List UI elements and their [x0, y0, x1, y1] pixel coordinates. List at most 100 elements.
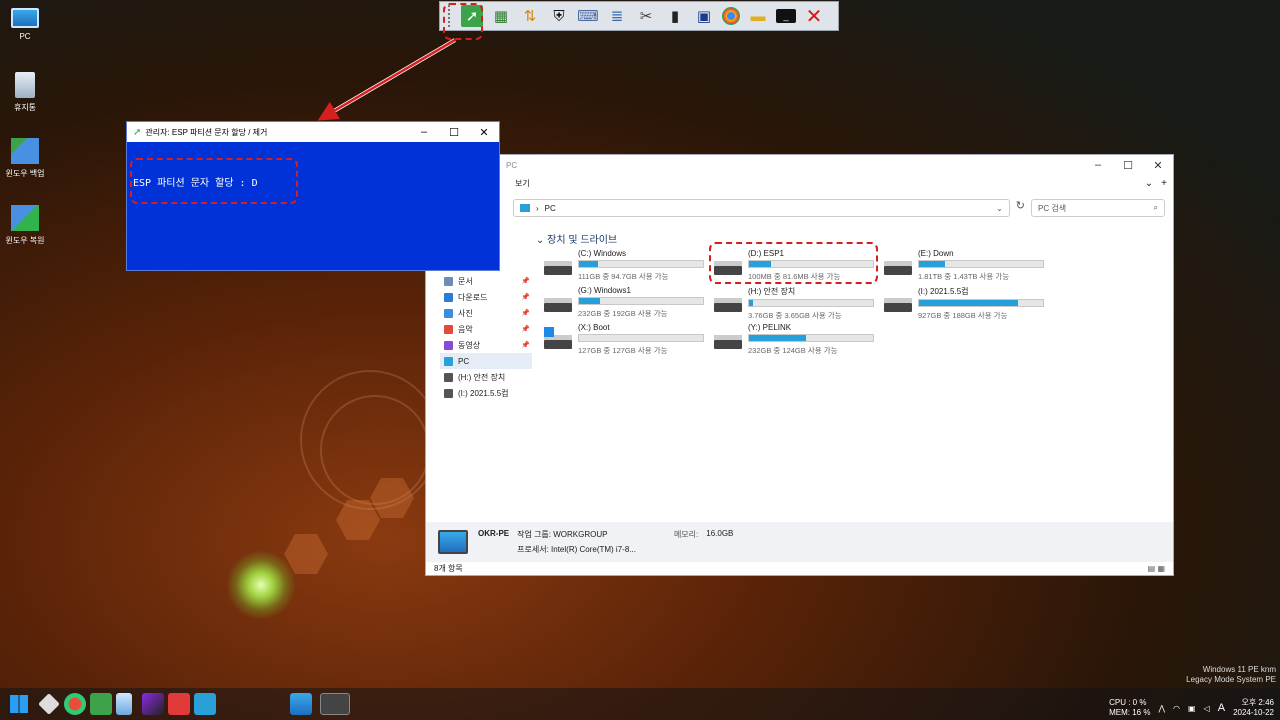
nav-item[interactable]: PC [440, 353, 532, 369]
app-icon[interactable] [64, 693, 86, 715]
ime-indicator[interactable]: A [1218, 702, 1225, 714]
pin-icon: 📌 [521, 342, 530, 349]
keyboard-icon[interactable]: ⌨ [577, 5, 599, 27]
partition-icon[interactable]: ⇅ [519, 5, 541, 27]
gpu-icon[interactable]: ▦ [490, 5, 512, 27]
search-input[interactable]: PC 검색 ⌕ [1031, 199, 1165, 217]
breadcrumb[interactable]: PC [545, 204, 556, 213]
nav-item[interactable]: 음악 📌 [440, 321, 532, 337]
drive-item[interactable]: (E:) Down 1.81TB 중 1.43TB 사용 가능 [884, 249, 1054, 281]
hard-drive-icon [714, 331, 742, 351]
minimize-button[interactable]: – [1083, 159, 1113, 172]
desktop-icon-restore[interactable]: 윈도우 복원 [0, 205, 50, 246]
folder-app-icon[interactable] [194, 693, 216, 715]
search-icon: ⌕ [1153, 203, 1158, 212]
shield-icon[interactable]: ⛨ [548, 5, 570, 27]
menu-view[interactable]: 보기 [515, 178, 530, 189]
usage-bar [578, 260, 704, 268]
system-tray: CPU : 0 % MEM: 16 % ⋀ ◠ ▣ ◁ A 오후 2:46 20… [1109, 698, 1274, 718]
drive-item[interactable]: (G:) Windows1 232GB 중 192GB 사용 가능 [544, 286, 714, 318]
nav-item-label: 문서 [458, 276, 473, 286]
minimize-button[interactable]: – [409, 126, 439, 139]
add-icon[interactable]: + [1161, 178, 1167, 189]
arrow-outline [320, 38, 457, 120]
console-task-icon[interactable] [320, 693, 350, 715]
volume-icon[interactable]: ◁ [1204, 704, 1210, 713]
monitor-icon [11, 8, 39, 28]
ps-app-icon[interactable] [90, 693, 112, 715]
nav-item-label: PC [458, 356, 470, 366]
drive-item[interactable]: (I:) 2021.5.5컴 927GB 중 188GB 사용 가능 [884, 286, 1054, 320]
nav-item-label: (I:) 2021.5.5컴 [458, 388, 509, 398]
maximize-button[interactable]: ☐ [1113, 159, 1143, 172]
chevron-down-icon[interactable]: ⌄ [996, 204, 1003, 213]
cpu-label: 프로세서: Intel(R) Core(TM) i7-8... [517, 545, 636, 554]
wallpaper-arc [320, 395, 430, 505]
chevron-down-icon[interactable]: ⌄ [1145, 178, 1153, 189]
refresh-icon[interactable]: ↻ [1016, 199, 1025, 217]
network-icon[interactable]: ◠ [1173, 704, 1180, 713]
drive-name: (E:) Down [918, 249, 954, 258]
tools-icon[interactable]: ✂ [635, 5, 657, 27]
start-button[interactable] [8, 693, 30, 715]
desktop-icon-recycle-bin[interactable]: 휴지통 [0, 72, 50, 113]
drive-name: (C:) Windows [578, 249, 627, 258]
nav-item[interactable]: (H:) 안전 장치 [440, 369, 532, 385]
desktop-icon-backup[interactable]: 윈도우 백업 [0, 138, 50, 179]
chevron-up-icon[interactable]: ⋀ [1158, 704, 1165, 713]
explorer-task-icon[interactable] [290, 693, 312, 715]
pin-icon: 📌 [521, 310, 530, 317]
maximize-button[interactable]: ☐ [439, 126, 469, 139]
lock-icon[interactable]: ▣ [1188, 704, 1196, 713]
monitor-icon[interactable]: ▣ [693, 5, 715, 27]
usage-bar [578, 297, 704, 305]
chrome-icon[interactable] [722, 7, 740, 25]
usage-bar-fill [579, 261, 598, 267]
drive-free-space: 127GB 중 127GB 사용 가능 [578, 346, 668, 355]
address-bar[interactable]: › PC ⌄ [513, 199, 1010, 217]
nav-item[interactable]: 문서 📌 [440, 273, 532, 289]
close-icon[interactable]: ✕ [803, 5, 825, 28]
usage-bar [918, 260, 1044, 268]
nav-item-icon [444, 388, 453, 398]
remote-app-icon[interactable] [168, 693, 190, 715]
drive-item[interactable]: (C:) Windows 111GB 중 94.7GB 사용 가능 [544, 249, 714, 281]
media-app-icon[interactable] [142, 693, 164, 715]
nav-item[interactable]: (I:) 2021.5.5컴 [440, 385, 532, 401]
drive-app-icon[interactable] [116, 693, 132, 715]
ruler-icon[interactable]: ≣ [606, 5, 628, 27]
drive-name: (X:) Boot [578, 323, 610, 332]
folder-add-icon[interactable]: ▬ [747, 5, 769, 27]
explorer-titlebar[interactable]: PC – ☐ ✕ [426, 155, 1173, 175]
nav-item[interactable]: 다운로드 📌 [440, 289, 532, 305]
section-header[interactable]: ⌄ 장치 및 드라이브 [536, 231, 617, 246]
clock[interactable]: 오후 2:46 2024-10-22 [1233, 698, 1274, 718]
close-button[interactable]: ✕ [469, 126, 499, 139]
os-line-1: Windows 11 PE knm [1202, 665, 1276, 674]
usage-bar [748, 299, 874, 307]
drive-item[interactable]: (H:) 안전 장치 3.76GB 중 3.65GB 사용 가능 [714, 286, 884, 320]
nav-item[interactable]: 사진 📌 [440, 305, 532, 321]
chevron-down-icon: ⌄ [536, 235, 548, 246]
close-button[interactable]: ✕ [1143, 159, 1173, 172]
nav-item[interactable]: 동영상 📌 [440, 337, 532, 353]
explorer-window: PC – ☐ ✕ 보기 ⌄ + › PC ⌄ ↻ PC 검색 ⌕ 문서 📌 다운로드… [425, 154, 1174, 576]
usage-bar-fill [749, 300, 753, 306]
backup-icon [11, 138, 39, 164]
desktop-icon-pc[interactable]: PC [0, 8, 50, 41]
drive-free-space: 232GB 중 124GB 사용 가능 [748, 346, 838, 355]
drive-item[interactable]: (X:) Boot 127GB 중 127GB 사용 가능 [544, 323, 714, 355]
hard-drive-icon [884, 257, 912, 277]
highlight-marker [443, 3, 483, 40]
view-toggle-icon[interactable]: ▤ ▦ [1148, 564, 1173, 573]
pin-app-icon[interactable] [38, 693, 60, 715]
drive-item[interactable]: (Y:) PELINK 232GB 중 124GB 사용 가능 [714, 323, 884, 355]
nav-item-icon [444, 356, 453, 366]
desktop-icon-label: 윈도우 복원 [5, 236, 45, 245]
cmd-icon[interactable]: _ [776, 9, 796, 23]
console-titlebar[interactable]: ➚ 관리자: ESP 파티션 문자 할당 / 제거 – ☐ ✕ [127, 122, 499, 142]
arrow-to-console [317, 38, 456, 121]
workgroup-label: 작업 그룹: WORKGROUP [517, 530, 608, 539]
sdcard-icon[interactable]: ▮ [664, 5, 686, 27]
nav-item-label: 동영상 [458, 340, 481, 350]
